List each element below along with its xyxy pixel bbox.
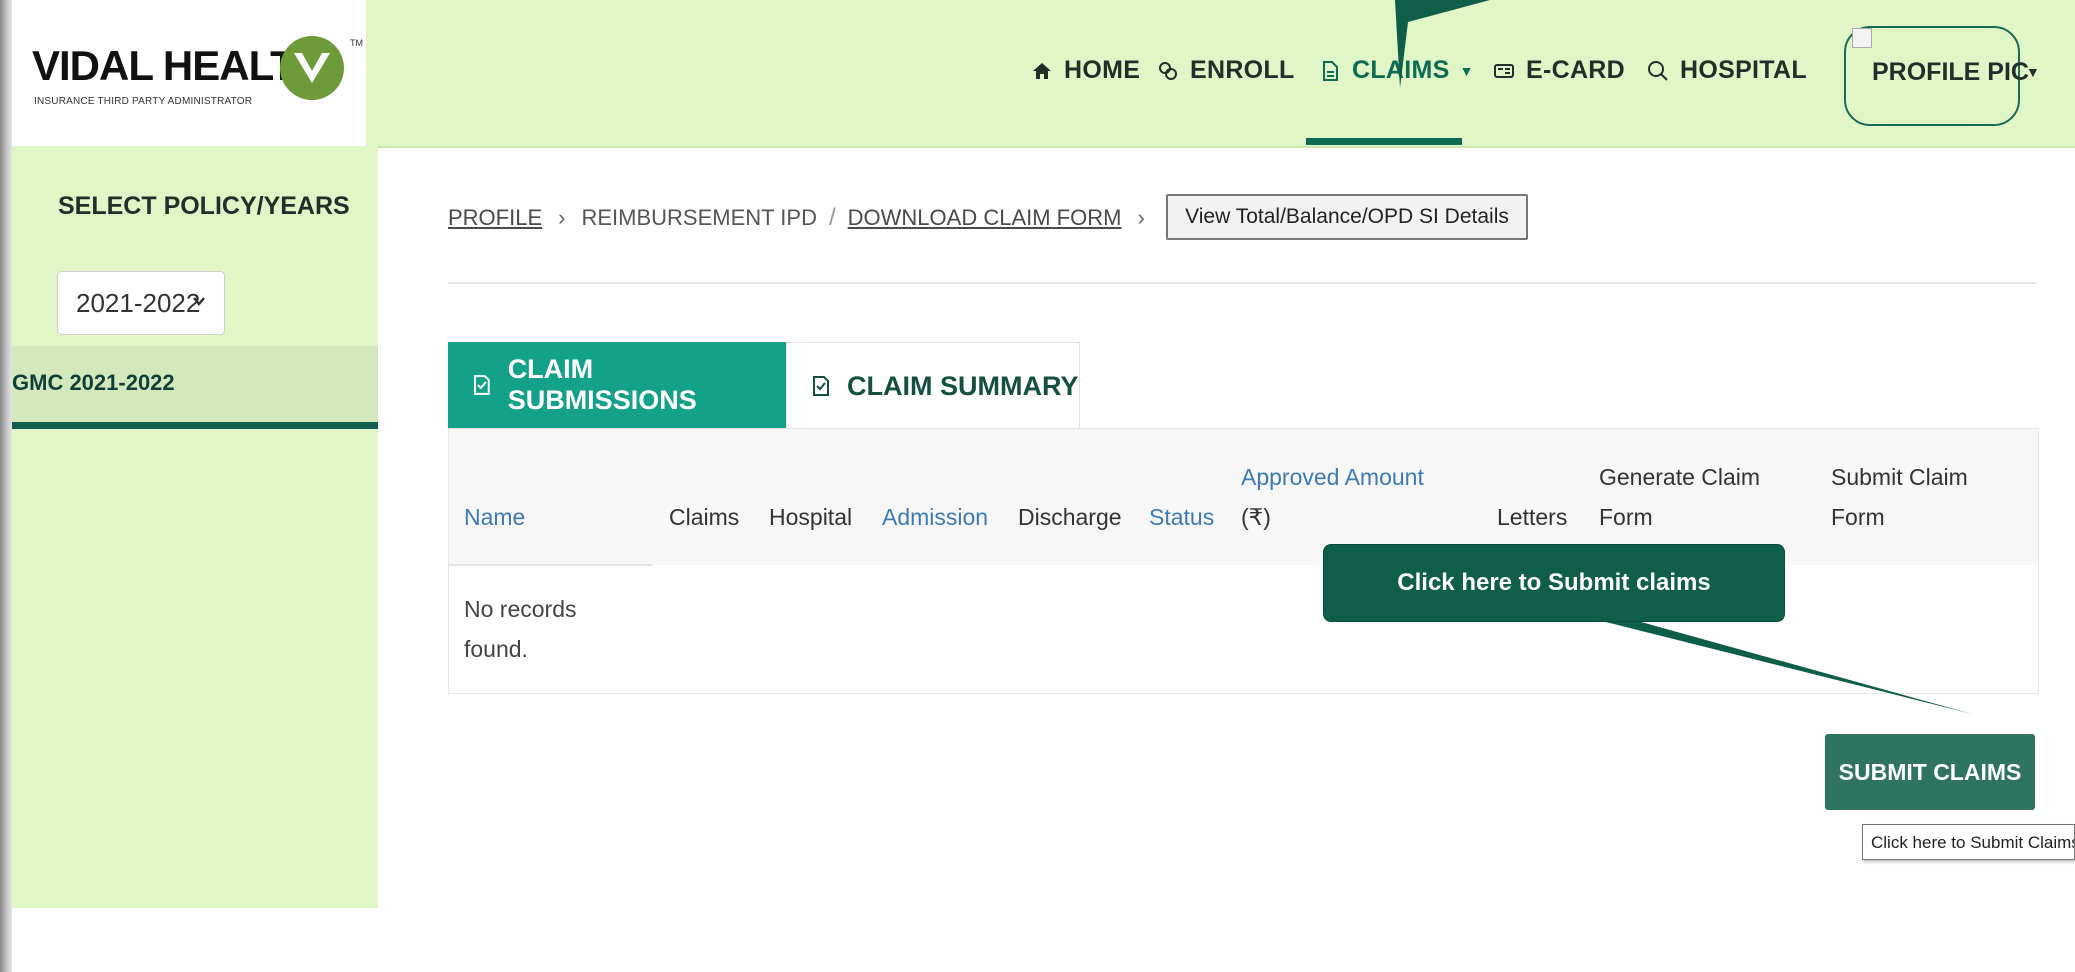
- checklist-icon: [473, 375, 490, 395]
- year-select[interactable]: 2021-2022: [57, 271, 225, 335]
- divider: [448, 282, 2036, 284]
- breadcrumb-download-claim-form[interactable]: DOWNLOAD CLAIM FORM: [848, 205, 1122, 231]
- column-header-generate-form: Form: [1599, 504, 1653, 530]
- column-header-claims: Claims: [669, 504, 740, 530]
- tab-claim-submissions[interactable]: CLAIM SUBMISSIONS: [448, 342, 786, 428]
- chevron-down-icon: ▼: [1459, 62, 1474, 79]
- claims-table: Name Claims Hospital Admission Discharge…: [448, 428, 2039, 694]
- empty-line-2: found.: [464, 636, 528, 662]
- card-icon: [1494, 63, 1514, 78]
- sidebar-title: SELECT POLICY/YEARS: [58, 192, 350, 220]
- nav-hospital[interactable]: HOSPITAL: [1646, 56, 1807, 85]
- column-header-discharge: Discharge: [1018, 504, 1122, 530]
- column-header-name[interactable]: Name: [464, 497, 525, 537]
- nav-home[interactable]: HOME: [1030, 56, 1140, 85]
- column-header-generate-claim: Generate Claim: [1599, 464, 1761, 490]
- column-header-admission[interactable]: Admission: [882, 497, 988, 537]
- empty-state-message: No records found.: [464, 589, 624, 669]
- nav-claims[interactable]: CLAIMS ▼: [1318, 56, 1474, 85]
- column-header-submit-claim: Submit Claim: [1831, 464, 1968, 490]
- search-icon: [1648, 60, 1668, 81]
- logo-v-icon: [280, 36, 344, 100]
- breadcrumb-divider: /: [828, 204, 836, 231]
- nav-enroll-label: ENROLL: [1190, 56, 1295, 84]
- year-select-value: 2021-2022: [76, 287, 201, 318]
- document-icon: [1323, 60, 1338, 81]
- breadcrumb-reimbursement: REIMBURSEMENT IPD: [581, 205, 817, 230]
- column-header-letters: Letters: [1497, 504, 1568, 530]
- tab-label: CLAIM SUBMISSIONS: [507, 354, 697, 415]
- table-header: Name Claims Hospital Admission Discharge…: [449, 429, 2038, 565]
- window-edge: [0, 0, 12, 972]
- broken-image-icon: [1852, 28, 1872, 48]
- nav-enroll[interactable]: ENROLL: [1156, 56, 1295, 85]
- home-icon: [1033, 62, 1051, 79]
- sidebar: SELECT POLICY/YEARS 2021-2022 GMC 2021-2…: [12, 146, 378, 908]
- breadcrumb: PROFILE › REIMBURSEMENT IPD / DOWNLOAD C…: [448, 204, 1161, 232]
- profile-label: PROFILE PIC: [1872, 58, 2029, 86]
- tab-label: CLAIM SUMMARY: [847, 370, 1079, 401]
- column-header-submit-form: Form: [1831, 504, 1885, 530]
- submit-claims-button[interactable]: SUBMIT CLAIMS: [1825, 734, 2035, 810]
- nav-claims-label: CLAIMS: [1352, 56, 1450, 84]
- chevron-down-icon: [193, 297, 205, 306]
- callout-text: Click here to Submit claims: [1397, 569, 1711, 596]
- callout-annotation: Click here to Submit claims: [1323, 544, 1785, 622]
- chevron-right-icon: ›: [558, 205, 566, 230]
- nav-home-label: HOME: [1064, 56, 1141, 84]
- breadcrumb-profile[interactable]: PROFILE: [448, 205, 542, 231]
- tab-claim-summary[interactable]: CLAIM SUMMARY: [786, 342, 1080, 430]
- profile-chevron-down-icon[interactable]: ▼: [2026, 64, 2040, 80]
- logo-subtitle: INSURANCE THIRD PARTY ADMINISTRATOR: [34, 96, 253, 107]
- enroll-icon: [1159, 61, 1177, 80]
- header-underline: [449, 564, 653, 566]
- column-header-approved-unit: (₹): [1241, 504, 1271, 530]
- nav-hospital-label: HOSPITAL: [1680, 56, 1807, 84]
- column-header-approved-amount[interactable]: Approved Amount: [1241, 457, 1424, 497]
- chevron-right-icon: ›: [1137, 205, 1145, 230]
- column-header-status[interactable]: Status: [1149, 497, 1214, 537]
- empty-line-1: No records: [464, 596, 577, 622]
- submit-tooltip: Click here to Submit Claims: [1862, 824, 2075, 860]
- sidebar-item-label: GMC 2021-2022: [12, 370, 175, 395]
- logo[interactable]: VIDAL HEALTH INSURANCE THIRD PARTY ADMIN…: [12, 0, 366, 146]
- logo-tm: TM: [350, 38, 363, 48]
- active-nav-indicator: [1306, 138, 1462, 145]
- checklist-icon: [813, 376, 829, 396]
- view-details-button[interactable]: View Total/Balance/OPD SI Details: [1166, 194, 1528, 240]
- column-header-hospital: Hospital: [769, 504, 853, 530]
- nav-ecard[interactable]: E-CARD: [1492, 56, 1625, 85]
- sidebar-item-policy[interactable]: GMC 2021-2022: [12, 346, 378, 429]
- nav-ecard-label: E-CARD: [1526, 56, 1626, 84]
